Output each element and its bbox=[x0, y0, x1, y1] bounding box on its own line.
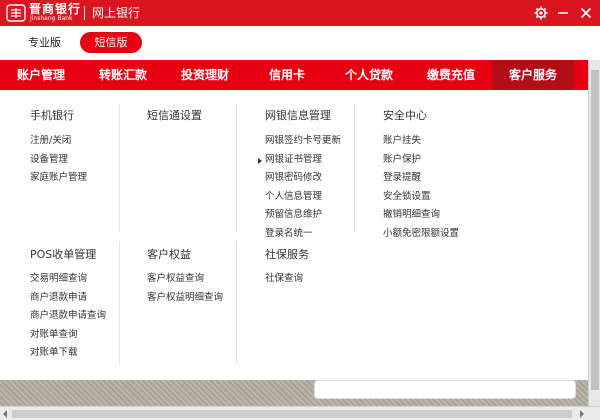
mode-pro-tab[interactable]: 专业版 bbox=[28, 36, 61, 50]
horizontal-scroll-thumb[interactable] bbox=[12, 410, 572, 418]
menu-item-statement-download[interactable]: 对账单下载 bbox=[30, 344, 106, 363]
title-divider bbox=[84, 6, 85, 20]
menu-item-statement-query[interactable]: 对账单查询 bbox=[30, 326, 106, 345]
scroll-right-icon[interactable] bbox=[580, 410, 584, 418]
mode-sms-tab[interactable]: 短信版 bbox=[80, 32, 142, 53]
menu-item-social-security-query[interactable]: 社保查询 bbox=[265, 270, 309, 289]
scroll-left-icon[interactable] bbox=[3, 410, 7, 418]
content-card bbox=[314, 380, 576, 399]
menu-divider bbox=[119, 104, 120, 232]
minimize-icon[interactable] bbox=[553, 3, 573, 23]
bank-name-en: Jinshang Bank bbox=[30, 15, 73, 22]
menu-item-label: 网银证书管理 bbox=[265, 153, 323, 165]
hover-arrow-icon bbox=[258, 157, 262, 164]
menu-item-refund-request[interactable]: 商户退款申请 bbox=[30, 289, 106, 308]
menu-divider bbox=[354, 104, 355, 232]
menu-divider bbox=[119, 242, 120, 364]
menu-item-account-protection[interactable]: 账户保护 bbox=[383, 151, 459, 170]
menu-item-certificate-management[interactable]: 网银证书管理 bbox=[258, 151, 341, 170]
nav-transfer[interactable]: 转账汇款 bbox=[82, 60, 164, 90]
menu-item-transaction-detail[interactable]: 交易明细查询 bbox=[30, 270, 106, 289]
nav-credit-card[interactable]: 信用卡 bbox=[246, 60, 328, 90]
menu-group-mobile-banking: 手机银行 注册/关闭 设备管理 家庭账户管理 bbox=[30, 108, 87, 188]
nav-investment[interactable]: 投资理财 bbox=[164, 60, 246, 90]
menu-item-refund-query[interactable]: 商户退款申请查询 bbox=[30, 307, 106, 326]
menu-item-login-unify[interactable]: 登录名统一 bbox=[265, 225, 341, 244]
menu-group-security-center: 安全中心 账户挂失 账户保护 登录提醒 安全锁设置 撤销明细查询 小额免密限额设… bbox=[383, 108, 459, 243]
title-bar: 晋商银行 Jinshang Bank 网上银行 bbox=[0, 0, 600, 26]
menu-group-social-security: 社保服务 社保查询 bbox=[265, 247, 309, 289]
horizontal-scrollbar[interactable] bbox=[0, 406, 600, 420]
menu-item-personal-info[interactable]: 个人信息管理 bbox=[265, 188, 341, 207]
menu-group-pos-management: POS收单管理 交易明细查询 商户退款申请 商户退款申请查询 对账单查询 对账单… bbox=[30, 247, 106, 363]
menu-item-rights-query[interactable]: 客户权益查询 bbox=[147, 270, 223, 289]
menu-item-device-management[interactable]: 设备管理 bbox=[30, 151, 87, 170]
menu-item-password-change[interactable]: 网银密码修改 bbox=[265, 169, 341, 188]
main-nav: 账户管理 转账汇款 投资理财 信用卡 个人贷款 缴费充值 客户服务 bbox=[0, 60, 588, 90]
window-title: 网上银行 bbox=[92, 6, 141, 20]
menu-item-reserved-info[interactable]: 预留信息维护 bbox=[265, 206, 341, 225]
menu-divider bbox=[236, 242, 237, 364]
menu-divider bbox=[236, 104, 237, 232]
nav-customer-service[interactable]: 客户服务 bbox=[492, 60, 574, 90]
vertical-scroll-thumb[interactable] bbox=[591, 70, 599, 390]
bank-name-cn: 晋商银行 bbox=[29, 2, 82, 16]
menu-item-revoke-query[interactable]: 撤销明细查询 bbox=[383, 206, 459, 225]
menu-group-ebank-info: 网银信息管理 网银签约卡号更新 网银证书管理 网银密码修改 个人信息管理 预留信… bbox=[258, 108, 341, 244]
nav-payment-topup[interactable]: 缴费充值 bbox=[410, 60, 492, 90]
nav-personal-loan[interactable]: 个人贷款 bbox=[328, 60, 410, 90]
menu-item-family-account[interactable]: 家庭账户管理 bbox=[30, 169, 87, 188]
gear-icon[interactable] bbox=[531, 3, 551, 23]
menu-item-security-lock[interactable]: 安全锁设置 bbox=[383, 188, 459, 207]
nav-filler bbox=[574, 60, 588, 90]
menu-group-heading: 社保服务 bbox=[265, 248, 309, 261]
menu-item-rights-detail-query[interactable]: 客户权益明细查询 bbox=[147, 289, 223, 308]
menu-item-register-close[interactable]: 注册/关闭 bbox=[30, 132, 87, 151]
menu-item-report-loss[interactable]: 账户挂失 bbox=[383, 132, 459, 151]
close-icon[interactable] bbox=[576, 3, 596, 23]
menu-group-heading[interactable]: 短信通设置 bbox=[147, 108, 202, 123]
customer-service-menu: 手机银行 注册/关闭 设备管理 家庭账户管理 短信通设置 网银信息管理 网银签约… bbox=[0, 90, 588, 380]
menu-group-heading: 安全中心 bbox=[383, 109, 427, 122]
menu-group-heading: 手机银行 bbox=[30, 109, 74, 122]
menu-item-small-amount-limit[interactable]: 小额免密限额设置 bbox=[383, 225, 459, 244]
bank-logo-icon bbox=[6, 4, 26, 22]
menu-group-heading: POS收单管理 bbox=[30, 248, 97, 261]
menu-item-card-update[interactable]: 网银签约卡号更新 bbox=[265, 132, 341, 151]
mode-bar: 专业版 短信版 bbox=[0, 26, 600, 60]
vertical-scrollbar[interactable] bbox=[588, 60, 600, 406]
menu-group-heading: 客户权益 bbox=[147, 248, 191, 261]
menu-item-login-alert[interactable]: 登录提醒 bbox=[383, 169, 459, 188]
nav-account-management[interactable]: 账户管理 bbox=[0, 60, 82, 90]
menu-group-heading: 网银信息管理 bbox=[265, 109, 331, 122]
menu-group-sms-settings: 短信通设置 bbox=[147, 108, 202, 123]
menu-group-customer-rights: 客户权益 客户权益查询 客户权益明细查询 bbox=[147, 247, 223, 307]
